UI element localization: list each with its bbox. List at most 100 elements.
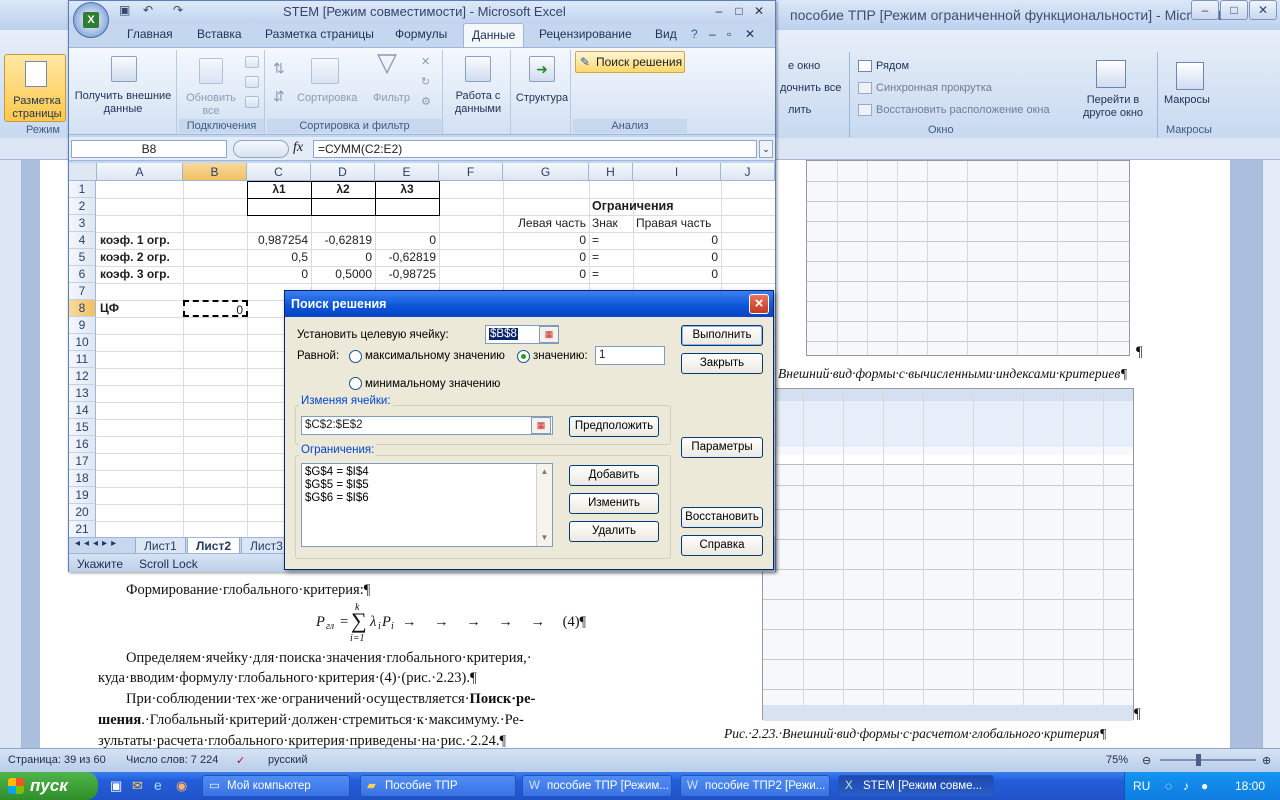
row-header[interactable]: 7 [69, 283, 96, 300]
scroll-down-icon[interactable]: ▼ [538, 531, 551, 545]
arrange-all-button[interactable]: дочнить все [780, 82, 841, 94]
media-icon[interactable]: ◉ [176, 778, 187, 794]
insert-function-icon[interactable]: fx [293, 140, 303, 156]
ribbon-minimize-icon[interactable]: – [709, 27, 716, 41]
start-button[interactable]: пуск [0, 772, 98, 800]
row-header[interactable]: 12 [69, 368, 96, 385]
properties-icon[interactable] [245, 76, 259, 88]
constraints-list[interactable]: $G$4 = $I$4 $G$5 = $I$5 $G$6 = $I$6 ▲ ▼ [301, 463, 553, 547]
document-vertical-scrollbar[interactable] [1262, 160, 1280, 748]
cell-h3[interactable]: Знак [589, 215, 633, 232]
cell-e1[interactable]: λ3 [375, 181, 439, 198]
status-page-count[interactable]: Страница: 39 из 60 [8, 754, 106, 766]
status-zoom-level[interactable]: 75% [1106, 754, 1128, 766]
expand-formula-bar-icon[interactable]: ⌄ [759, 140, 773, 158]
undo-icon[interactable]: ↶ [143, 3, 153, 17]
tray-icon-network[interactable]: ◌ [1165, 779, 1172, 793]
sheet-nav-arrows-icon[interactable]: ◂◂◂▸▸ [75, 538, 120, 549]
cell-c4[interactable]: 0,987254 [247, 232, 311, 249]
cell-e4[interactable]: 0 [375, 232, 439, 249]
status-language[interactable]: русский [268, 754, 307, 766]
scroll-up-icon[interactable]: ▲ [538, 465, 551, 479]
sort-az-icon[interactable]: ⇅ [273, 61, 285, 75]
row-header[interactable]: 11 [69, 351, 96, 368]
change-constraint-button[interactable]: Изменить [569, 493, 659, 514]
status-word-count[interactable]: Число слов: 7 224 [126, 754, 218, 766]
cell-h5[interactable]: = [589, 249, 633, 266]
cell-e5[interactable]: -0,62819 [375, 249, 439, 266]
name-box[interactable]: B8 [71, 140, 227, 158]
row-header[interactable]: 9 [69, 317, 96, 334]
tab-data[interactable]: Данные [463, 23, 525, 47]
macros-button[interactable]: Макросы [1164, 94, 1210, 106]
outlook-icon[interactable]: ✉ [132, 778, 143, 794]
sheet-tab-2[interactable]: Лист2 [187, 538, 241, 554]
tray-icon-security[interactable]: ● [1201, 779, 1208, 793]
column-header-g[interactable]: G [503, 163, 589, 181]
cell-a5[interactable]: коэф. 2 огр. [97, 249, 183, 266]
cell-g3[interactable]: Левая часть [503, 215, 589, 232]
cell-i6[interactable]: 0 [633, 266, 721, 283]
guess-button[interactable]: Предположить [569, 416, 659, 437]
radio-min-label[interactable]: минимальному значению [365, 378, 500, 390]
cell-i4[interactable]: 0 [633, 232, 721, 249]
taskbar-item-folder[interactable]: ▰ Пособие ТПР [360, 775, 516, 797]
formula-bar-divider[interactable] [233, 140, 289, 158]
cell-d4[interactable]: -0,62819 [311, 232, 375, 249]
get-external-data-button[interactable]: Получить внешние данные [73, 90, 173, 116]
solver-dialog-title-bar[interactable]: Поиск решения × [285, 291, 773, 317]
sort-button[interactable]: Сортировка [297, 92, 357, 105]
row-header[interactable]: 15 [69, 419, 96, 436]
column-header-e[interactable]: E [375, 163, 439, 181]
select-all-corner[interactable] [69, 163, 97, 181]
formula-input[interactable]: =СУММ(C2:E2) [313, 140, 757, 158]
cell-h6[interactable]: = [589, 266, 633, 283]
browser-icon[interactable]: e [154, 777, 162, 793]
reset-all-button[interactable]: Восстановить [681, 507, 763, 528]
cell-i5[interactable]: 0 [633, 249, 721, 266]
row-header[interactable]: 13 [69, 385, 96, 402]
vertical-ruler[interactable] [0, 160, 22, 748]
cell-h2[interactable]: Ограничения [589, 198, 721, 215]
column-header-d[interactable]: D [311, 163, 375, 181]
redo-icon[interactable]: ↷ [173, 3, 183, 17]
cell-a6[interactable]: коэф. 3 огр. [97, 266, 183, 283]
sort-za-icon[interactable]: ⇵ [273, 89, 285, 103]
changing-cells-ref-icon[interactable]: ▦ [531, 417, 551, 434]
column-header-c[interactable]: C [247, 163, 311, 181]
radio-max-label[interactable]: максимальному значению [365, 350, 505, 362]
cell-a4[interactable]: коэф. 1 огр. [97, 232, 183, 249]
column-header-f[interactable]: F [439, 163, 503, 181]
maximize-icon[interactable]: □ [1220, 0, 1248, 20]
sync-scroll-button[interactable]: Синхронная прокрутка [876, 82, 992, 94]
row-header[interactable]: 10 [69, 334, 96, 351]
taskbar-item-word-1[interactable]: Wпособие ТПР [Режим... [522, 775, 672, 797]
tab-view[interactable]: Вид [655, 27, 677, 41]
page-layout-view-button[interactable]: Разметка страницы [4, 54, 66, 122]
close-icon[interactable]: ✕ [1249, 0, 1277, 20]
edit-links-icon[interactable] [245, 96, 259, 108]
outline-button[interactable]: Структура [513, 92, 571, 105]
cell-g4[interactable]: 0 [503, 232, 589, 249]
language-indicator[interactable]: RU [1133, 779, 1150, 793]
column-header-a[interactable]: A [97, 163, 183, 181]
radio-max[interactable] [349, 350, 362, 363]
tab-review[interactable]: Рецензирование [539, 27, 632, 41]
row-header[interactable]: 17 [69, 453, 96, 470]
clear-filter-icon[interactable]: ✕ [421, 56, 430, 69]
row-header[interactable]: 4 [69, 232, 96, 249]
help-icon[interactable]: ? [691, 27, 698, 41]
column-header-h[interactable]: H [589, 163, 633, 181]
tray-icon-volume[interactable]: ♪ [1183, 779, 1189, 793]
cell-g5[interactable]: 0 [503, 249, 589, 266]
tab-home[interactable]: Главная [127, 27, 173, 41]
row-header[interactable]: 16 [69, 436, 96, 453]
cell-h4[interactable]: = [589, 232, 633, 249]
column-header-j[interactable]: J [721, 163, 775, 181]
zoom-slider-thumb[interactable] [1196, 754, 1201, 766]
changing-cells-input[interactable]: $C$2:$E$2 [301, 416, 553, 435]
tab-page-layout[interactable]: Разметка страницы [265, 27, 374, 41]
cell-c5[interactable]: 0,5 [247, 249, 311, 266]
radio-value[interactable] [517, 350, 530, 363]
spellcheck-icon[interactable]: ✓ [236, 754, 245, 767]
